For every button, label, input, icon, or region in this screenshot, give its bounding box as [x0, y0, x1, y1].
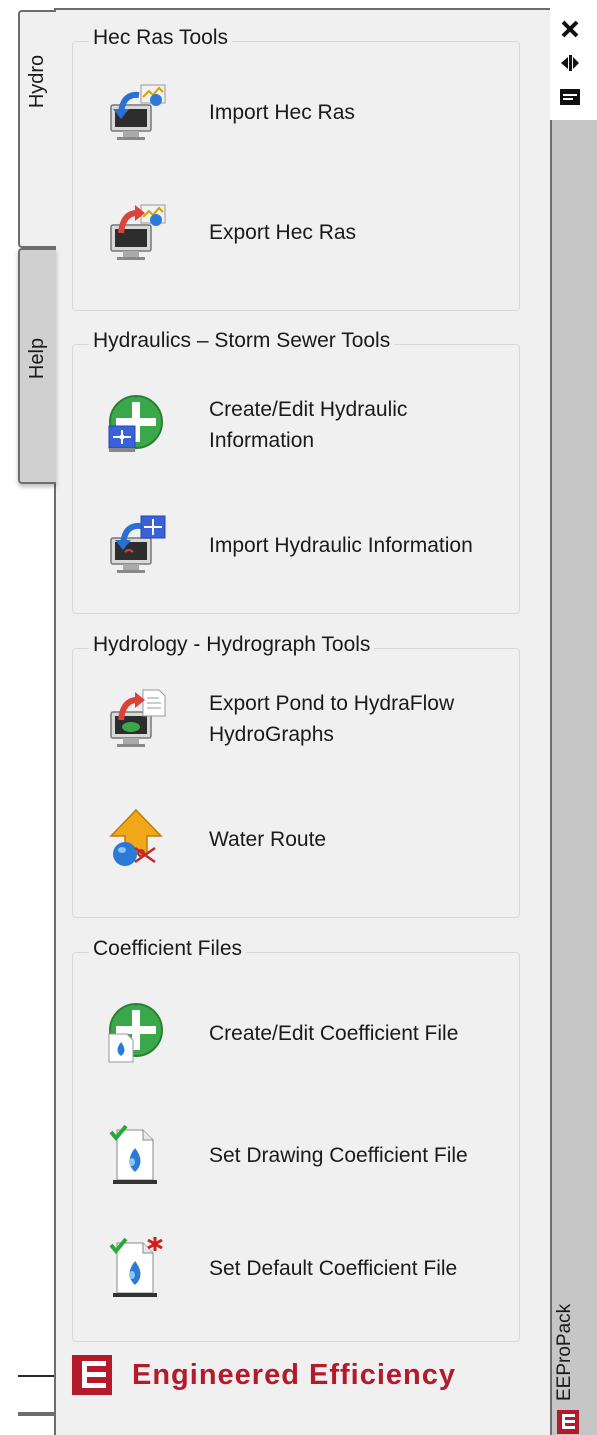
group-title: Hec Ras Tools — [89, 26, 233, 50]
tool-label: Set Default Coefficient File — [209, 1256, 458, 1280]
group-title: Hydrology - Hydrograph Tools — [89, 633, 375, 657]
ee-logo-icon — [72, 1355, 112, 1395]
properties-icon — [560, 89, 580, 105]
group-coefficient-files: Coefficient Files Create/Edit Coefficien… — [72, 937, 520, 1342]
close-button[interactable] — [556, 16, 584, 42]
tool-label: Create/Edit Hydraulic Information — [209, 398, 408, 452]
set-drawing-coefficient-icon — [109, 1124, 157, 1184]
import-hydraulic-info-button[interactable]: Import Hydraulic Information — [103, 505, 513, 585]
palette-title: EEProPack — [554, 1303, 575, 1401]
group-title: Coefficient Files — [89, 937, 247, 961]
import-hec-ras-icon — [110, 84, 166, 140]
engineered-efficiency-logo: Engineered Efficiency — [70, 1350, 456, 1400]
tool-label: Export Pond to HydraFlow HydroGraphs — [209, 692, 455, 746]
logo-text: Engineered Efficiency — [132, 1358, 456, 1391]
palette-tab-strip: Hydro Help — [0, 0, 56, 1435]
tool-label: Set Drawing Coefficient File — [209, 1143, 468, 1167]
tool-label: Create/Edit Coefficient File — [209, 1021, 459, 1045]
palette-title-strip — [550, 8, 597, 1435]
export-hec-ras-button[interactable]: Export Hec Ras — [103, 192, 513, 272]
tab-hydro[interactable]: Hydro — [18, 10, 56, 248]
ee-logo-small-icon — [557, 1410, 579, 1434]
export-hec-ras-icon — [110, 204, 166, 260]
create-hydraulic-info-button[interactable]: Create/Edit Hydraulic Information — [103, 385, 513, 465]
import-hydraulic-info-icon — [110, 515, 166, 573]
tab-hydro-label: Hydro — [26, 54, 49, 109]
set-drawing-coefficient-button[interactable]: Set Drawing Coefficient File — [103, 1115, 513, 1195]
export-pond-button[interactable]: Export Pond to HydraFlow HydroGraphs — [103, 679, 513, 759]
tab-help-label: Help — [26, 337, 49, 380]
set-default-coefficient-icon — [109, 1237, 163, 1297]
close-icon — [561, 20, 579, 38]
group-hydrograph-tools: Hydrology - Hydrograph Tools Export Pond… — [72, 633, 520, 918]
properties-button[interactable] — [556, 84, 584, 110]
tool-palette-panel: Hec Ras Tools Import Hec Ras Export Hec … — [54, 8, 550, 1435]
water-route-icon — [109, 808, 163, 866]
create-coefficient-file-icon — [108, 1003, 163, 1063]
divider — [18, 1375, 54, 1377]
group-title: Hydraulics – Storm Sewer Tools — [89, 329, 395, 353]
create-hydraulic-info-icon — [108, 395, 163, 452]
divider — [18, 1412, 54, 1416]
tool-label: Import Hydraulic Information — [209, 533, 473, 557]
import-hec-ras-button[interactable]: Import Hec Ras — [103, 72, 513, 152]
tool-label: Import Hec Ras — [209, 100, 355, 124]
create-coefficient-file-button[interactable]: Create/Edit Coefficient File — [103, 993, 513, 1073]
tab-help[interactable]: Help — [18, 248, 56, 484]
tool-label: Water Route — [209, 827, 327, 851]
export-pond-icon — [110, 689, 166, 747]
auto-hide-button[interactable] — [556, 50, 584, 76]
auto-hide-icon — [561, 55, 579, 71]
water-route-button[interactable]: Water Route — [103, 799, 513, 879]
group-hec-ras-tools: Hec Ras Tools Import Hec Ras Export Hec … — [72, 26, 520, 311]
tool-label: Export Hec Ras — [209, 220, 357, 244]
group-storm-sewer-tools: Hydraulics – Storm Sewer Tools Create/Ed… — [72, 329, 520, 614]
set-default-coefficient-button[interactable]: Set Default Coefficient File — [103, 1228, 513, 1308]
